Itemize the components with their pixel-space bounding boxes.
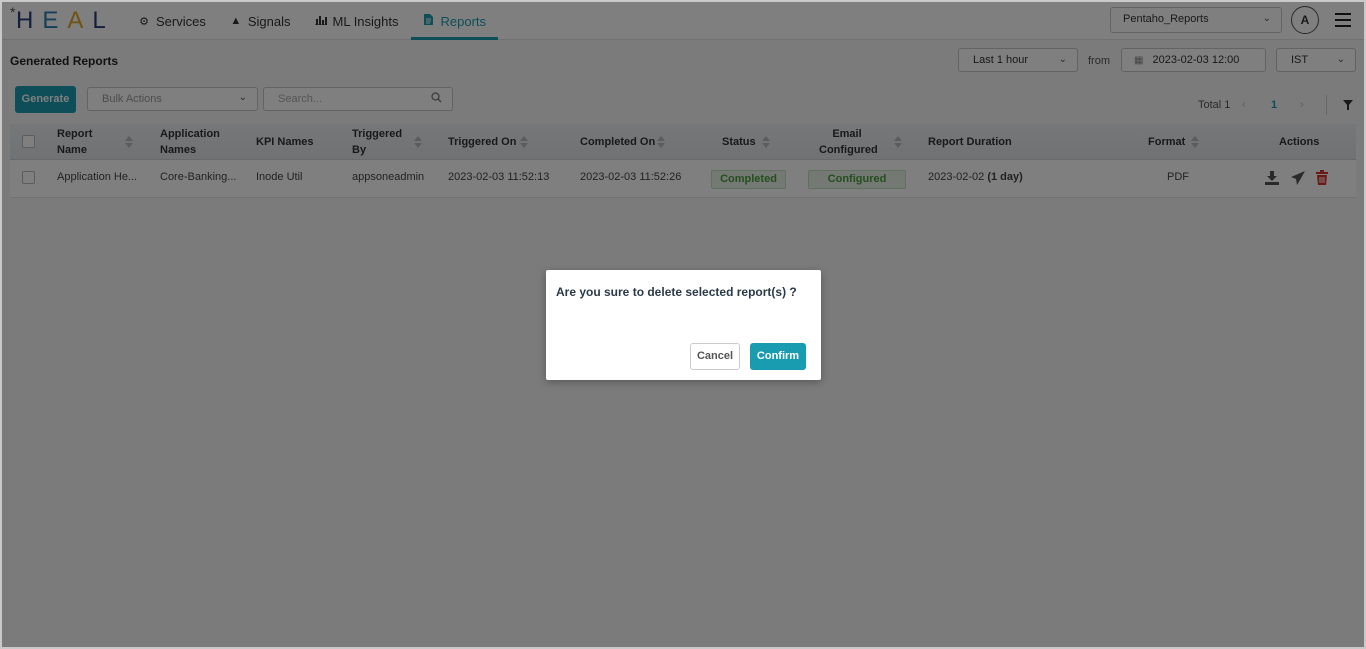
cancel-button[interactable]: Cancel <box>690 343 740 370</box>
dialog-message: Are you sure to delete selected report(s… <box>556 285 797 299</box>
confirm-button[interactable]: Confirm <box>750 343 806 370</box>
delete-confirm-dialog: Are you sure to delete selected report(s… <box>546 270 821 380</box>
